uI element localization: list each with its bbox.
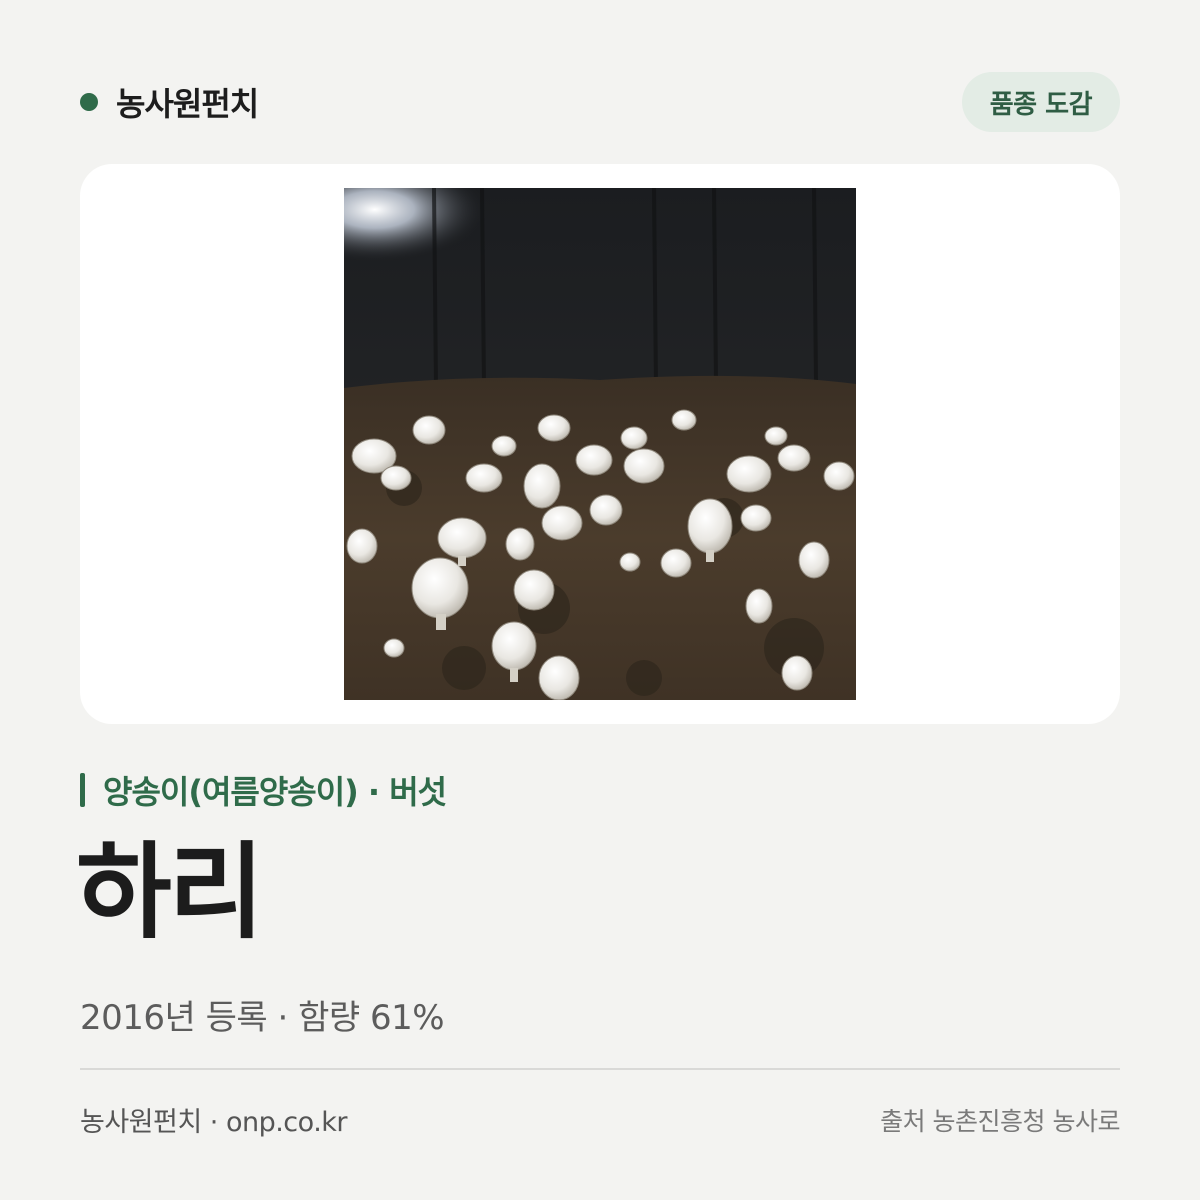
variety-category: 양송이(여름양송이) · 버섯 <box>80 770 447 811</box>
footer-site[interactable]: 농사원펀치 · onp.co.kr <box>80 1100 348 1139</box>
category-label: 양송이(여름양송이) · 버섯 <box>103 773 447 811</box>
brand-dot-icon <box>80 93 98 111</box>
header: 농사원펀치 품종 도감 <box>80 72 1120 132</box>
footer-divider <box>80 1068 1120 1070</box>
footer-source: 출처 농촌진흥청 농사로 <box>880 1107 1120 1136</box>
category-accent-bar <box>80 773 85 807</box>
variety-photo <box>344 188 856 700</box>
variety-meta: 2016년 등록 · 함량 61% <box>80 998 445 1038</box>
category-badge[interactable]: 품종 도감 <box>961 72 1120 132</box>
brand[interactable]: 농사원펀치 <box>80 72 259 132</box>
variety-name: 하리 <box>76 831 264 953</box>
photo-card <box>80 164 1120 724</box>
mushroom-photo-image <box>344 188 856 700</box>
brand-name: 농사원펀치 <box>116 85 259 123</box>
